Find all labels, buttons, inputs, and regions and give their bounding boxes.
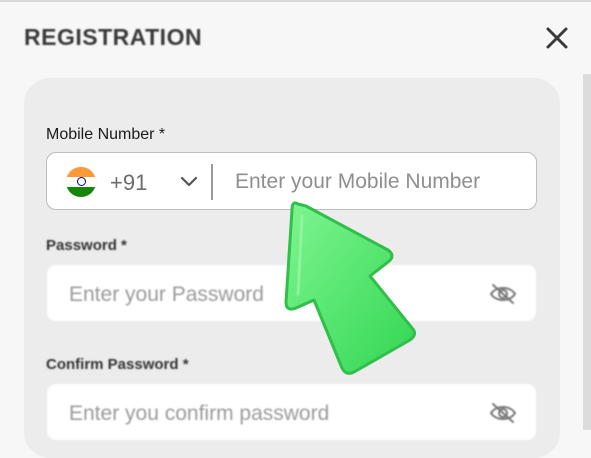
india-flag-icon[interactable]	[66, 167, 96, 197]
page-title: REGISTRATION	[24, 24, 203, 50]
chevron-down-icon[interactable]	[179, 173, 199, 191]
confirm-password-field[interactable]: Enter you confirm password	[46, 383, 537, 441]
close-icon[interactable]	[543, 24, 571, 52]
mobile-number-label: Mobile Number *	[46, 126, 166, 143]
country-code[interactable]: +91	[110, 170, 147, 196]
scrollbar[interactable]	[583, 74, 591, 430]
confirm-password-input[interactable]: Enter you confirm password	[69, 402, 329, 426]
eye-off-icon[interactable]	[488, 401, 518, 425]
top-divider	[0, 0, 591, 2]
eye-off-icon[interactable]	[488, 282, 518, 306]
green-pointer-arrow-icon	[284, 201, 417, 375]
field-divider	[211, 164, 213, 200]
password-input[interactable]: Enter your Password	[69, 283, 264, 307]
confirm-password-label: Confirm Password *	[46, 356, 189, 373]
password-label: Password *	[46, 237, 127, 254]
